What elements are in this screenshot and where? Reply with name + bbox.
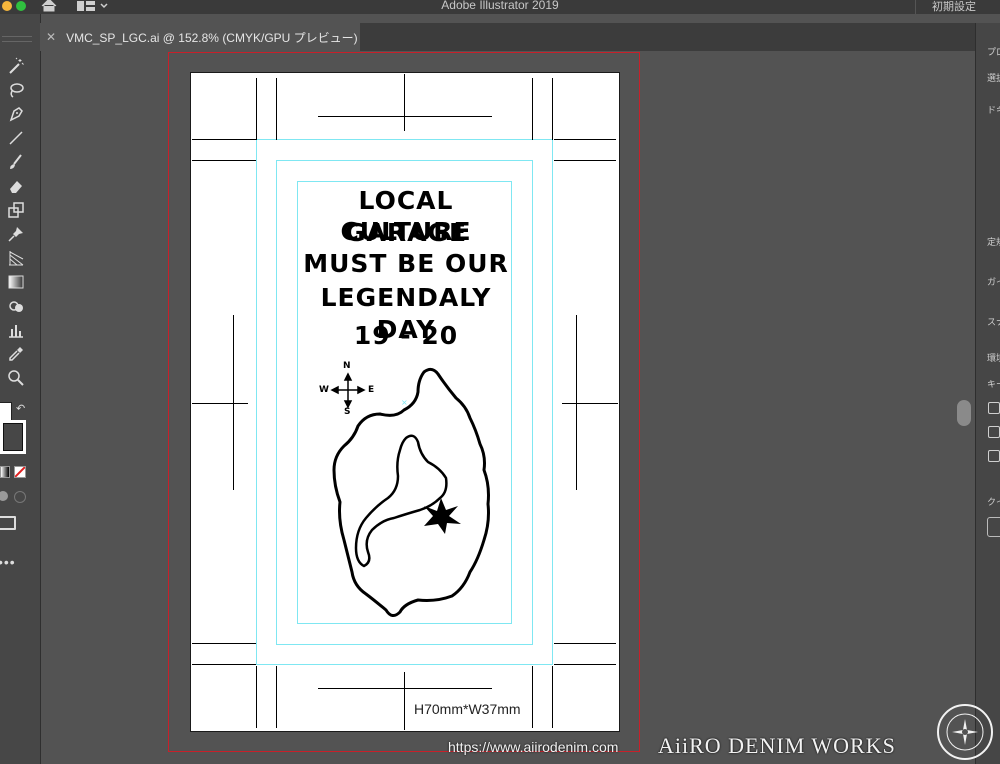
watermark-url: https://www.aiirodenim.com [448, 739, 619, 755]
island-map-illustration [332, 367, 490, 617]
compass-east-label: E [368, 385, 375, 395]
headline-year[interactable]: 19 - 20 [298, 320, 514, 352]
svg-text:×: × [401, 398, 408, 407]
compass-icon [330, 372, 366, 409]
star-marker-icon [424, 498, 461, 534]
compass-north-label: N [343, 361, 351, 371]
size-annotation[interactable]: H70mm*W37mm [414, 701, 521, 717]
headline-line-2[interactable]: CULTURE [298, 216, 514, 248]
brand-logo-icon [937, 704, 993, 760]
watermark-brand: AiiRO DENIM WORKS [658, 733, 896, 758]
artwork-layer: × [192, 74, 618, 730]
compass-west-label: W [319, 385, 329, 395]
compass-south-label: S [344, 407, 351, 417]
headline-line-3[interactable]: MUST BE OUR [298, 248, 514, 280]
